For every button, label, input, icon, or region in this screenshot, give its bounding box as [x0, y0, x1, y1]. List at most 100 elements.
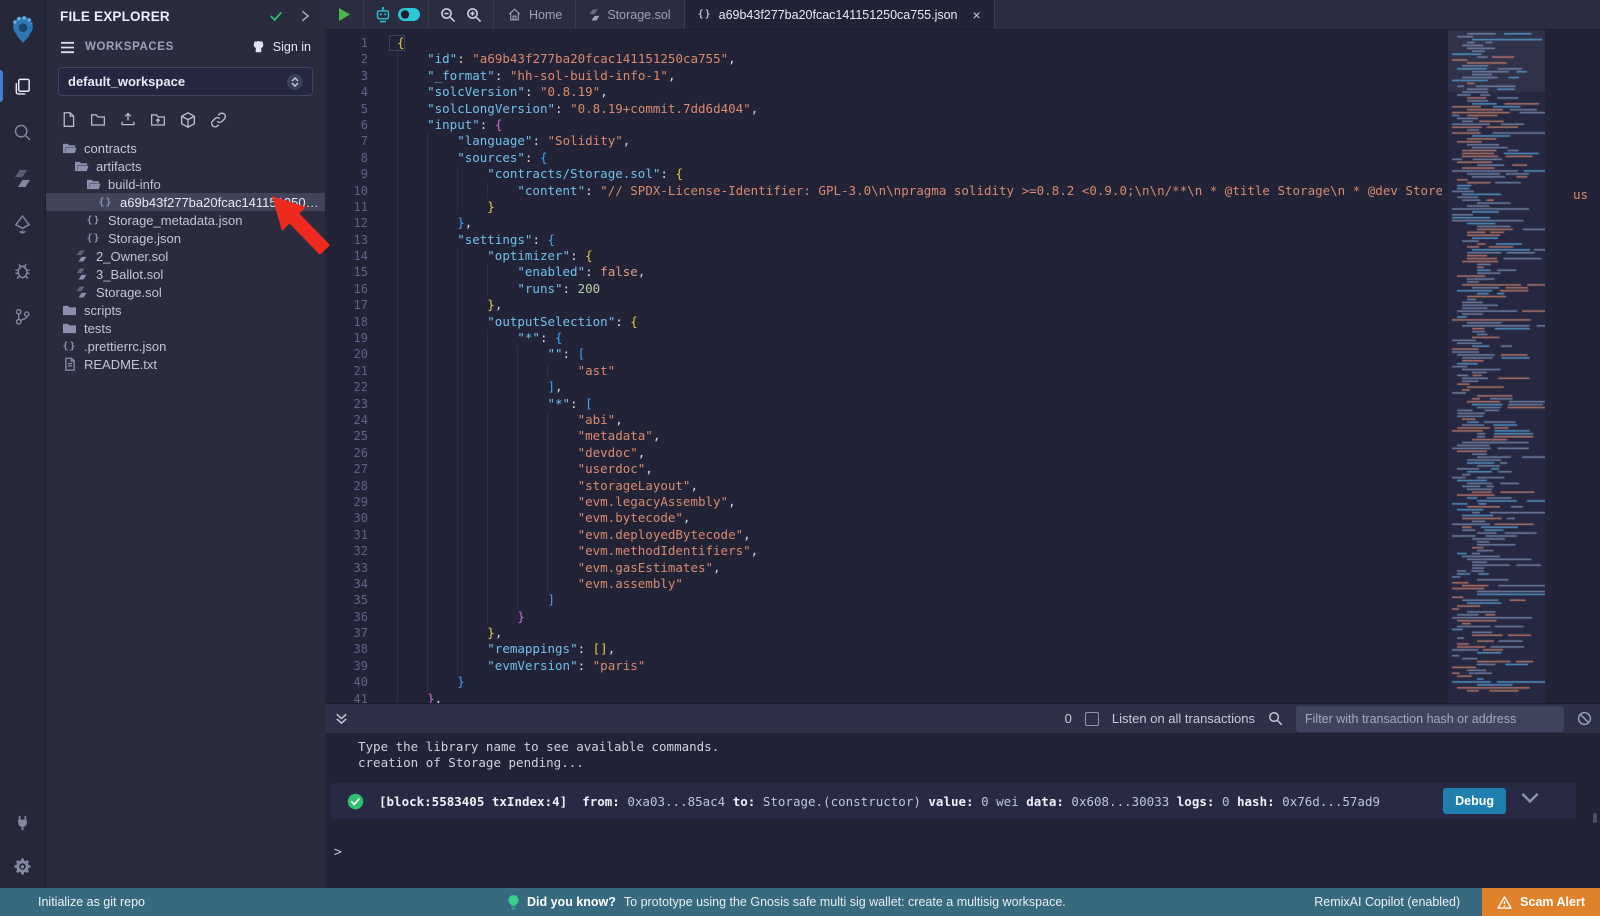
hamburger-menu-icon[interactable]: [60, 41, 75, 54]
chevron-right-icon[interactable]: [299, 10, 311, 22]
code-line-41[interactable]: 41},: [325, 691, 1600, 703]
upload-folder-icon[interactable]: [149, 111, 167, 129]
tab-storage-sol[interactable]: Storage.sol: [576, 0, 684, 29]
code-line-10[interactable]: 10"content": "// SPDX-License-Identifier…: [325, 183, 1600, 199]
code-line-4[interactable]: 4"solcVersion": "0.8.19",: [325, 84, 1600, 100]
code-line-25[interactable]: 25"metadata",: [325, 428, 1600, 444]
code-line-30[interactable]: 30"evm.bytecode",: [325, 510, 1600, 526]
code-line-35[interactable]: 35]: [325, 592, 1600, 608]
code-line-14[interactable]: 14"optimizer": {: [325, 248, 1600, 264]
code-editor[interactable]: 1{2"id": "a69b43f277ba20fcac141151250ca7…: [325, 30, 1600, 703]
code-line-11[interactable]: 11}: [325, 199, 1600, 215]
new-file-icon[interactable]: [60, 111, 77, 129]
code-line-40[interactable]: 40}: [325, 674, 1600, 690]
scam-alert-badge[interactable]: Scam Alert: [1482, 888, 1600, 916]
transaction-result-row[interactable]: [block:5583405 txIndex:4] from: 0xa03...…: [331, 783, 1576, 819]
tree-item-artifacts[interactable]: artifacts: [46, 157, 325, 175]
listen-all-checkbox[interactable]: [1085, 712, 1099, 726]
init-git-repo-button[interactable]: Initialize as git repo: [38, 895, 145, 909]
code-line-39[interactable]: 39"evmVersion": "paris": [325, 658, 1600, 674]
code-line-15[interactable]: 15"enabled": false,: [325, 264, 1600, 280]
code-line-1[interactable]: 1{: [325, 35, 1600, 51]
zoom-out-icon[interactable]: [435, 0, 461, 30]
file-explorer-icon[interactable]: [0, 63, 46, 109]
tree-item-scripts[interactable]: scripts: [46, 301, 325, 319]
code-line-32[interactable]: 32"evm.methodIdentifiers",: [325, 543, 1600, 559]
solidity-compiler-icon[interactable]: [0, 155, 46, 201]
new-folder-icon[interactable]: [89, 111, 107, 129]
tree-item-build-info[interactable]: build-info: [46, 175, 325, 193]
plugin-manager-icon[interactable]: [0, 800, 46, 844]
code-line-7[interactable]: 7"language": "Solidity",: [325, 133, 1600, 149]
code-line-5[interactable]: 5"solcLongVersion": "0.8.19+commit.7dd6d…: [325, 101, 1600, 117]
tree-item-a69b43f277ba20fcac141151250ca7-[interactable]: {}a69b43f277ba20fcac141151250ca7...: [46, 193, 325, 211]
tree-item-storage-sol[interactable]: Storage.sol: [46, 283, 325, 301]
transaction-filter-input[interactable]: [1296, 706, 1564, 732]
code-line-28[interactable]: 28"storageLayout",: [325, 478, 1600, 494]
code-line-20[interactable]: 20"": [: [325, 346, 1600, 362]
code-line-34[interactable]: 34"evm.assembly": [325, 576, 1600, 592]
code-line-31[interactable]: 31"evm.deployedBytecode",: [325, 527, 1600, 543]
cube-icon[interactable]: [179, 111, 197, 129]
tree-item-tests[interactable]: tests: [46, 319, 325, 337]
code-line-21[interactable]: 21"ast": [325, 363, 1600, 379]
code-line-22[interactable]: 22],: [325, 379, 1600, 395]
zoom-in-icon[interactable]: [461, 0, 487, 30]
upload-file-icon[interactable]: [119, 111, 137, 129]
code-line-37[interactable]: 37},: [325, 625, 1600, 641]
remixai-copilot-status[interactable]: RemixAI Copilot (enabled): [1314, 895, 1460, 909]
search-icon[interactable]: [0, 109, 46, 155]
code-line-6[interactable]: 6"input": {: [325, 117, 1600, 133]
search-icon[interactable]: [1268, 711, 1283, 726]
code-line-27[interactable]: 27"userdoc",: [325, 461, 1600, 477]
code-line-13[interactable]: 13"settings": {: [325, 232, 1600, 248]
debugger-icon[interactable]: [0, 247, 46, 293]
remix-logo-icon[interactable]: [0, 7, 46, 53]
listen-all-label[interactable]: Listen on all transactions: [1112, 711, 1255, 726]
workspace-select[interactable]: default_workspace: [58, 67, 313, 96]
code-line-3[interactable]: 3"_format": "hh-sol-build-info-1",: [325, 68, 1600, 84]
tree-item--prettierrc-json[interactable]: {}.prettierrc.json: [46, 337, 325, 355]
minimap[interactable]: [1448, 30, 1545, 703]
code-line-17[interactable]: 17},: [325, 297, 1600, 313]
code-line-12[interactable]: 12},: [325, 215, 1600, 231]
code-line-26[interactable]: 26"devdoc",: [325, 445, 1600, 461]
tree-item-2-owner-sol[interactable]: 2_Owner.sol: [46, 247, 325, 265]
tree-item-storage-metadata-json[interactable]: {}Storage_metadata.json: [46, 211, 325, 229]
code-line-16[interactable]: 16"runs": 200: [325, 281, 1600, 297]
expand-transaction-icon[interactable]: [1522, 793, 1538, 803]
terminal-scrollbar[interactable]: [1593, 813, 1597, 823]
terminal-prompt[interactable]: >: [334, 845, 342, 860]
tree-item-3-ballot-sol[interactable]: 3_Ballot.sol: [46, 265, 325, 283]
code-line-24[interactable]: 24"abi",: [325, 412, 1600, 428]
tab-home[interactable]: Home: [494, 0, 576, 29]
tree-item-readme-txt[interactable]: README.txt: [46, 355, 325, 373]
code-line-38[interactable]: 38"remappings": [],: [325, 641, 1600, 657]
code-line-23[interactable]: 23"*": [: [325, 396, 1600, 412]
clear-console-icon[interactable]: [1577, 711, 1592, 726]
run-script-button[interactable]: [331, 0, 357, 30]
warning-icon: [1497, 896, 1512, 909]
code-line-8[interactable]: 8"sources": {: [325, 150, 1600, 166]
code-line-18[interactable]: 18"outputSelection": {: [325, 314, 1600, 330]
close-tab-icon[interactable]: ×: [973, 8, 981, 22]
tab-a69b43f277ba20fcac141151250ca755-json[interactable]: {}a69b43f277ba20fcac141151250ca755.json×: [685, 0, 995, 29]
debug-button[interactable]: Debug: [1443, 788, 1506, 814]
code-line-29[interactable]: 29"evm.legacyAssembly",: [325, 494, 1600, 510]
code-line-33[interactable]: 33"evm.gasEstimates",: [325, 560, 1600, 576]
code-line-19[interactable]: 19"*": {: [325, 330, 1600, 346]
tree-item-contracts[interactable]: contracts: [46, 139, 325, 157]
code-line-2[interactable]: 2"id": "a69b43f277ba20fcac141151250ca755…: [325, 51, 1600, 67]
remixai-robot-icon[interactable]: [370, 0, 396, 30]
expand-terminal-icon[interactable]: [335, 712, 348, 725]
ai-toggle-on-icon[interactable]: [396, 0, 422, 30]
terminal[interactable]: Type the library name to see available c…: [325, 733, 1600, 888]
git-icon[interactable]: [0, 293, 46, 339]
code-line-36[interactable]: 36}: [325, 609, 1600, 625]
code-line-9[interactable]: 9"contracts/Storage.sol": {: [325, 166, 1600, 182]
sign-in-button[interactable]: Sign in: [250, 40, 311, 55]
tree-item-storage-json[interactable]: {}Storage.json: [46, 229, 325, 247]
link-icon[interactable]: [209, 111, 228, 129]
settings-icon[interactable]: [0, 844, 46, 888]
deploy-run-icon[interactable]: [0, 201, 46, 247]
